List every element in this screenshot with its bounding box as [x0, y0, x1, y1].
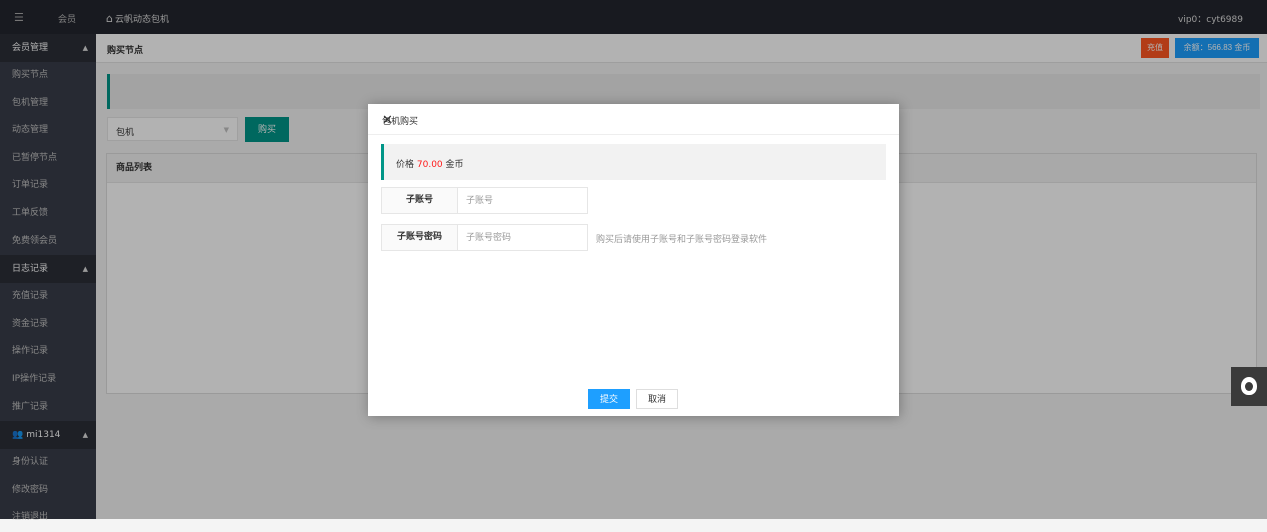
sub-account-row: 子账号	[381, 187, 588, 214]
price-value: 70.00	[416, 160, 443, 170]
price-unit: 金币	[445, 160, 464, 170]
purchase-dialog: 包机购买 ✕ 价格 70.00 金币 子账号 子账号密码 购买后请使用子账号和子…	[368, 104, 899, 416]
close-icon[interactable]: ✕	[382, 114, 887, 127]
sub-password-input[interactable]	[458, 225, 586, 250]
qq-icon[interactable]	[1231, 367, 1267, 406]
submit-button[interactable]: 提交	[588, 389, 630, 409]
cancel-button[interactable]: 取消	[636, 389, 678, 409]
sub-password-row: 子账号密码	[381, 224, 588, 251]
price-prefix: 价格	[396, 160, 415, 170]
dialog-header: 包机购买 ✕	[368, 104, 899, 135]
sub-password-label: 子账号密码	[382, 225, 458, 250]
login-hint: 购买后请使用子账号和子账号密码登录软件	[596, 235, 768, 245]
sub-account-input[interactable]	[458, 188, 586, 213]
price-banner: 价格 70.00 金币	[381, 144, 886, 180]
sub-account-label: 子账号	[382, 188, 458, 213]
